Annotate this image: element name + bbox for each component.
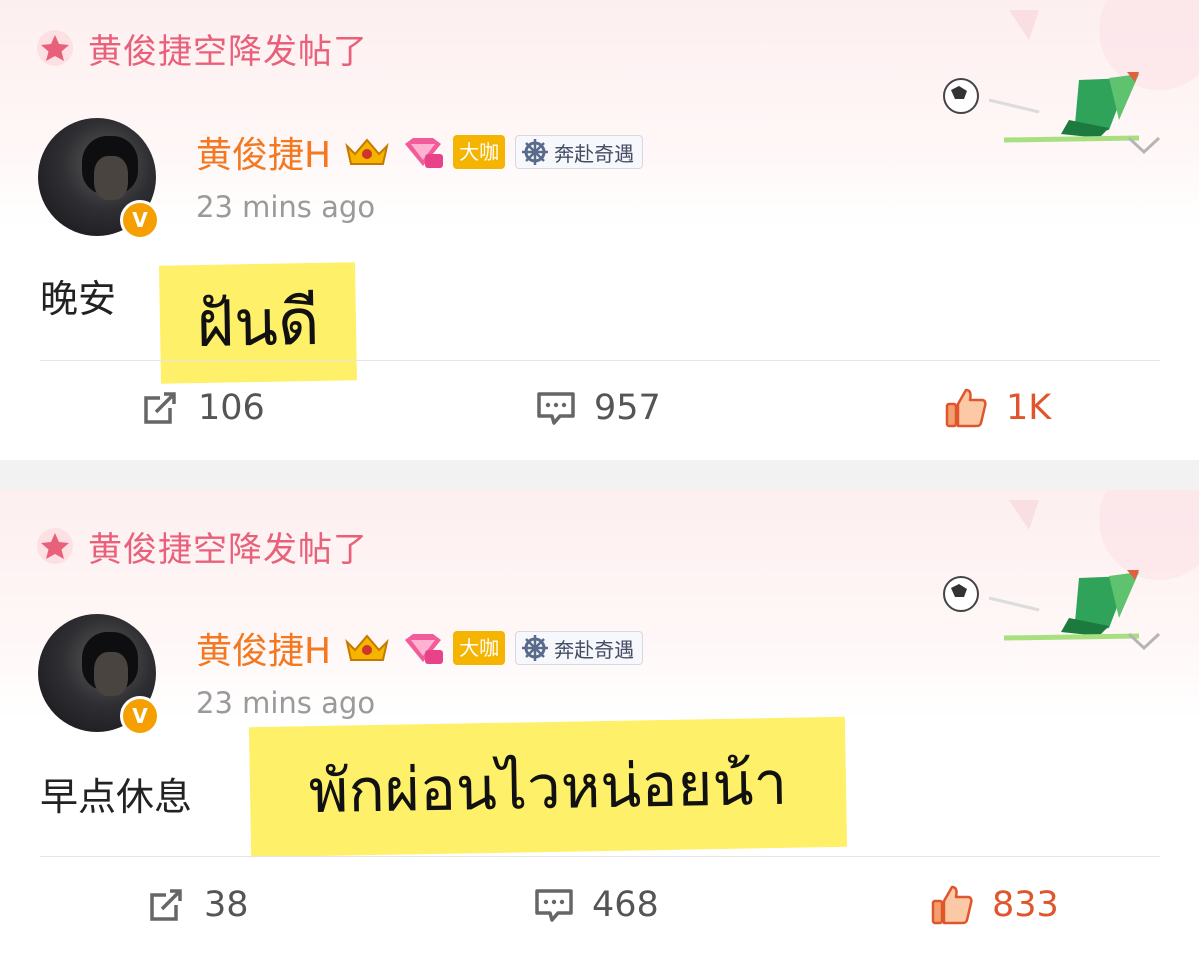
verified-badge: V <box>120 200 160 240</box>
star-badge-icon <box>37 30 73 66</box>
repost-button[interactable]: 106 <box>140 388 265 428</box>
comment-count: 468 <box>592 885 659 925</box>
post-card: 黄俊捷空降发帖了 V 黄俊捷H 大咖 奔赴奇遇 23 mins ago <box>0 490 1199 954</box>
chevron-down-icon[interactable] <box>1126 630 1162 652</box>
football-decoration-icon <box>943 490 1199 641</box>
wheel-icon <box>522 635 549 661</box>
post-banner: 黄俊捷空降发帖了 <box>36 524 368 570</box>
translation-note: ฝันดี <box>158 262 358 384</box>
divider <box>40 856 1160 857</box>
repost-count: 38 <box>204 885 249 925</box>
post-banner: 黄俊捷空降发帖了 <box>36 26 368 72</box>
dakaa-badge: 大咖 <box>453 135 506 169</box>
repost-icon <box>150 889 182 921</box>
name-row: 黄俊捷H 大咖 奔赴奇遇 <box>196 126 644 178</box>
football-decoration-icon <box>943 0 1199 143</box>
like-button[interactable]: 1K <box>944 386 1051 430</box>
comment-button[interactable]: 468 <box>534 885 659 925</box>
comment-icon <box>535 889 573 922</box>
comment-count: 957 <box>594 388 661 428</box>
chevron-down-icon[interactable] <box>1126 134 1162 156</box>
verified-badge: V <box>120 696 160 736</box>
topic-tag[interactable]: 奔赴奇遇 <box>515 631 644 665</box>
repost-button[interactable]: 38 <box>146 885 249 925</box>
comment-icon <box>537 392 575 425</box>
crown-icon <box>345 634 389 661</box>
repost-icon <box>144 392 176 424</box>
diamond-level-icon <box>405 634 444 664</box>
like-count: 833 <box>992 885 1059 925</box>
post-time: 23 mins ago <box>196 190 376 224</box>
post-card: 黄俊捷空降发帖了 V 黄俊捷H 大咖 奔赴奇遇 23 mins ago <box>0 0 1199 460</box>
like-icon <box>945 388 987 428</box>
topic-label: 奔赴奇遇 <box>554 637 635 662</box>
name-row: 黄俊捷H 大咖 奔赴奇遇 <box>196 622 644 674</box>
divider <box>40 360 1160 361</box>
translation-note: พักผ่อนไวหน่อยน้า <box>248 716 848 858</box>
diamond-level-icon <box>405 138 444 168</box>
like-icon <box>931 885 973 925</box>
username[interactable]: 黄俊捷H <box>196 622 331 674</box>
like-count: 1K <box>1006 388 1052 428</box>
topic-label: 奔赴奇遇 <box>554 141 635 166</box>
username[interactable]: 黄俊捷H <box>196 126 331 178</box>
banner-text: 黄俊捷空降发帖了 <box>88 31 368 72</box>
crown-icon <box>345 138 389 165</box>
topic-tag[interactable]: 奔赴奇遇 <box>515 135 644 169</box>
post-time: 23 mins ago <box>196 686 376 720</box>
like-button[interactable]: 833 <box>930 883 1059 927</box>
wheel-icon <box>522 139 549 165</box>
post-content: 晚安 <box>40 277 117 321</box>
dakaa-badge: 大咖 <box>453 631 506 665</box>
banner-text: 黄俊捷空降发帖了 <box>88 529 368 570</box>
post-content: 早点休息 <box>40 775 193 819</box>
repost-count: 106 <box>198 388 265 428</box>
comment-button[interactable]: 957 <box>536 388 661 428</box>
star-badge-icon <box>37 528 73 564</box>
